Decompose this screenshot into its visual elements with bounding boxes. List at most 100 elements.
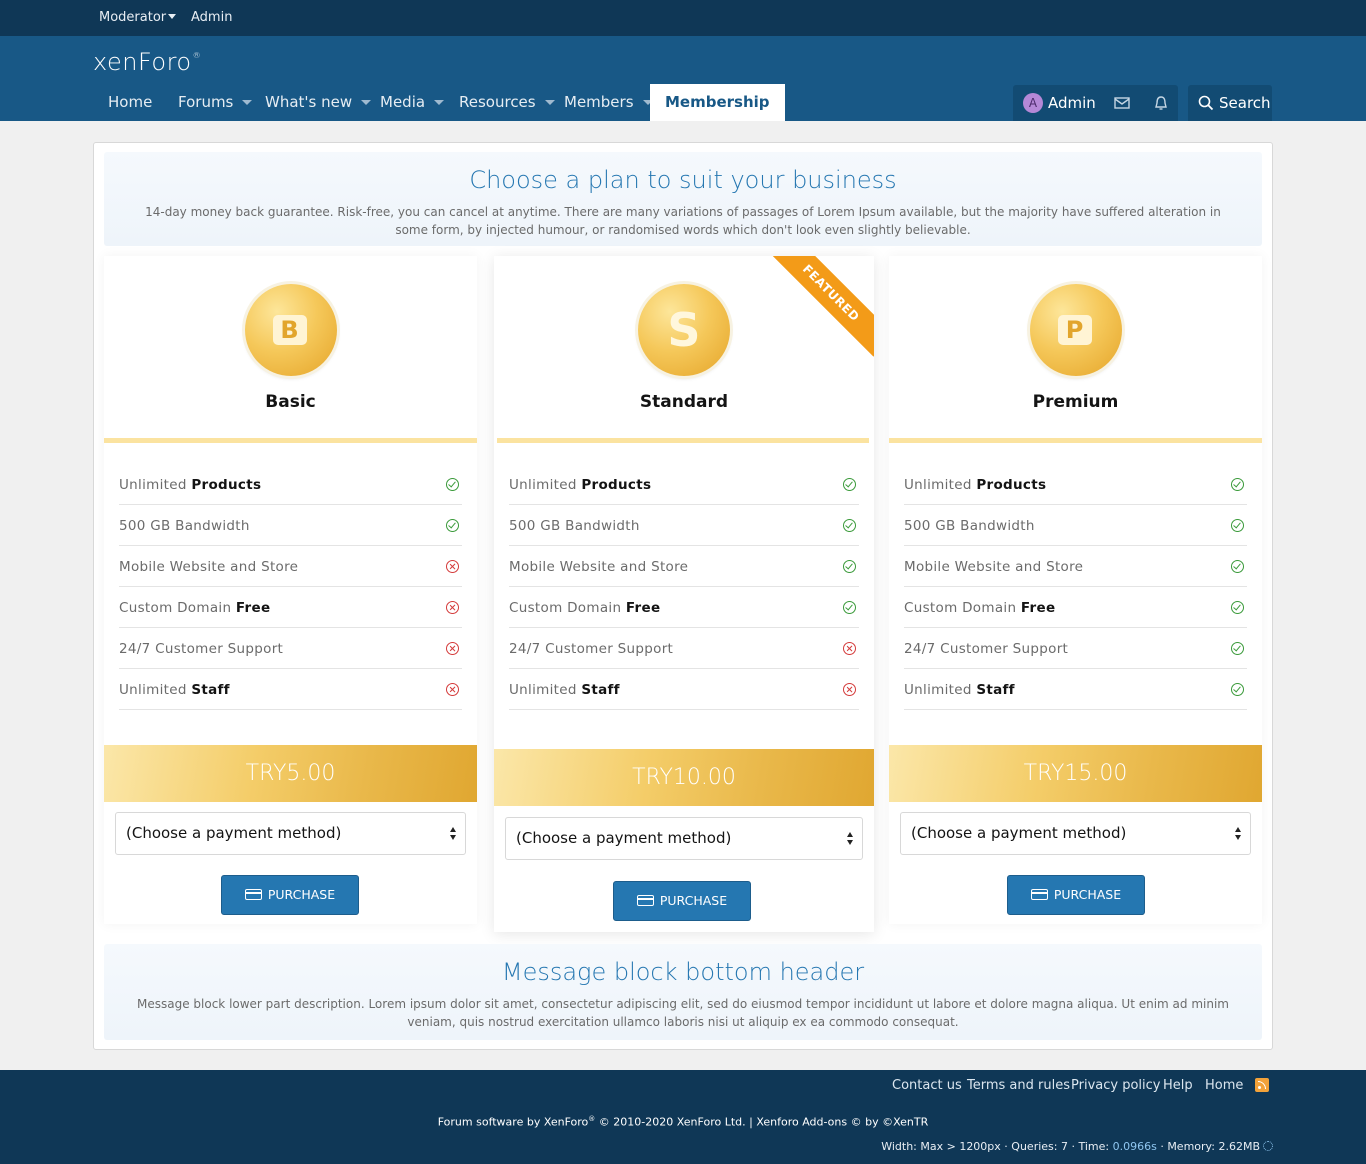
payment-method-value: (Choose a payment method) (516, 829, 732, 847)
purchase-label: PURCHASE (267, 887, 336, 902)
feature-label: Unlimited (509, 477, 582, 493)
footer-link-privacy[interactable]: Privacy policy (1071, 1078, 1160, 1093)
plan-price: TRY15.00 (889, 745, 1262, 802)
moderator-menu[interactable]: Moderator (99, 10, 177, 25)
feature-text: Mobile Website and Store (509, 559, 688, 575)
plan-badge: S (638, 284, 730, 376)
feature-row: Custom Domain Free (119, 587, 462, 628)
admin-link[interactable]: Admin (191, 10, 232, 25)
check-circle-icon (446, 519, 459, 532)
payment-method-value: (Choose a payment method) (126, 824, 342, 842)
tab-resources[interactable]: Resources (459, 84, 555, 121)
envelope-icon[interactable] (1113, 95, 1131, 111)
check-circle-icon (1231, 519, 1244, 532)
purchase-label: PURCHASE (659, 893, 728, 908)
payment-method-select[interactable]: (Choose a payment method) (505, 817, 863, 860)
copyright-part-2: © 2010-2020 XenForo Ltd. | Xenforo Add-o… (595, 1115, 929, 1129)
feature-highlight: Free (1020, 600, 1056, 616)
feature-text: Unlimited Products (904, 477, 1046, 493)
user-name-link[interactable]: Admin (1048, 94, 1096, 112)
tab-forums-label: Forums (178, 93, 234, 111)
check-circle-icon (1231, 601, 1244, 614)
purchase-button[interactable]: PURCHASE (1007, 875, 1145, 915)
tab-media[interactable]: Media (380, 84, 445, 121)
tab-members[interactable]: Members (564, 84, 653, 121)
plan-divider (889, 438, 1262, 443)
purchase-button[interactable]: PURCHASE (613, 881, 751, 921)
tab-membership[interactable]: Membership (650, 84, 785, 121)
payment-method-select[interactable]: (Choose a payment method) (115, 812, 466, 855)
feature-row: Custom Domain Free (509, 587, 859, 628)
payment-method-select[interactable]: (Choose a payment method) (900, 812, 1251, 855)
feature-text: Custom Domain Free (119, 600, 270, 616)
feature-row: 500 GB Bandwidth (509, 505, 859, 546)
select-arrows-icon (450, 827, 458, 840)
x-circle-icon (446, 601, 459, 614)
feature-label: Mobile Website and Store (904, 559, 1084, 575)
plan-divider (104, 438, 477, 443)
tab-whats-new[interactable]: What's new (265, 84, 372, 121)
check-circle-icon (843, 519, 856, 532)
gear-icon[interactable] (1263, 1141, 1273, 1151)
feature-row: Mobile Website and Store (509, 546, 859, 587)
footer-link-home[interactable]: Home (1205, 1078, 1243, 1093)
credit-card-icon (1030, 889, 1048, 900)
check-circle-icon (1231, 642, 1244, 655)
purchase-button[interactable]: PURCHASE (221, 875, 359, 915)
feature-label: 24/7 Customer Support (904, 641, 1069, 657)
check-circle-icon (446, 478, 459, 491)
bell-icon[interactable] (1152, 95, 1170, 111)
avatar[interactable]: A (1023, 93, 1043, 113)
tab-forums[interactable]: Forums (178, 84, 253, 121)
x-circle-icon (446, 560, 459, 573)
feature-text: Unlimited Staff (904, 682, 1015, 698)
x-circle-icon (446, 683, 459, 696)
plan-card-standard: FEATURED S Standard Unlimited Products 50… (494, 256, 874, 932)
chevron-down-icon[interactable] (544, 100, 555, 105)
feature-label: 500 GB Bandwidth (904, 518, 1035, 534)
feature-label: Mobile Website and Store (509, 559, 689, 575)
copyright-part-1: Forum software by XenForo (437, 1115, 589, 1129)
feature-highlight: Staff (581, 682, 620, 698)
chevron-down-icon (168, 14, 177, 19)
check-circle-icon (843, 560, 856, 573)
tab-resources-label: Resources (459, 93, 536, 111)
search-button[interactable]: Search (1188, 85, 1272, 121)
search-icon (1198, 95, 1214, 111)
rss-icon[interactable] (1255, 1078, 1269, 1092)
x-circle-icon (843, 642, 856, 655)
payment-method-value: (Choose a payment method) (911, 824, 1127, 842)
plan-name: Standard (639, 392, 729, 412)
message-block-description: Message block lower part description. Lo… (137, 997, 1229, 1029)
plan-card-basic: B Basic Unlimited Products 500 GB Bandwid… (104, 256, 477, 924)
feature-highlight: Products (581, 477, 652, 493)
feature-text: 500 GB Bandwidth (509, 518, 640, 534)
feature-text: 500 GB Bandwidth (119, 518, 250, 534)
feature-highlight: Products (191, 477, 262, 493)
tab-home[interactable]: Home (108, 84, 152, 121)
site-logo[interactable]: xenForo® (93, 48, 201, 76)
footer-link-help[interactable]: Help (1163, 1078, 1193, 1093)
chevron-down-icon[interactable] (242, 100, 253, 105)
debug-time: 0.0966s (1112, 1140, 1157, 1153)
feature-text: 500 GB Bandwidth (904, 518, 1035, 534)
footer-link-terms[interactable]: Terms and rules (967, 1078, 1070, 1093)
feature-label: 500 GB Bandwidth (119, 518, 250, 534)
feature-label: Custom Domain (119, 600, 236, 616)
feature-row: Unlimited Staff (119, 669, 462, 710)
feature-text: 24/7 Customer Support (119, 641, 283, 657)
chevron-down-icon[interactable] (361, 100, 372, 105)
feature-label: 24/7 Customer Support (509, 641, 674, 657)
check-circle-icon (843, 478, 856, 491)
debug-info: Width: Max > 1200px · Queries: 7 · Time:… (881, 1140, 1273, 1153)
feature-label: Unlimited (119, 682, 192, 698)
plan-name: Basic (265, 392, 316, 412)
debug-part-2: · Memory: 2.62MB (1156, 1140, 1260, 1153)
chevron-down-icon[interactable] (434, 100, 445, 105)
feature-label: Unlimited (119, 477, 192, 493)
feature-text: 24/7 Customer Support (904, 641, 1068, 657)
message-block-bottom: Message block bottom header Message bloc… (104, 944, 1262, 1040)
footer-link-contact[interactable]: Contact us (892, 1078, 962, 1093)
feature-text: Mobile Website and Store (119, 559, 298, 575)
feature-label: Mobile Website and Store (119, 559, 299, 575)
